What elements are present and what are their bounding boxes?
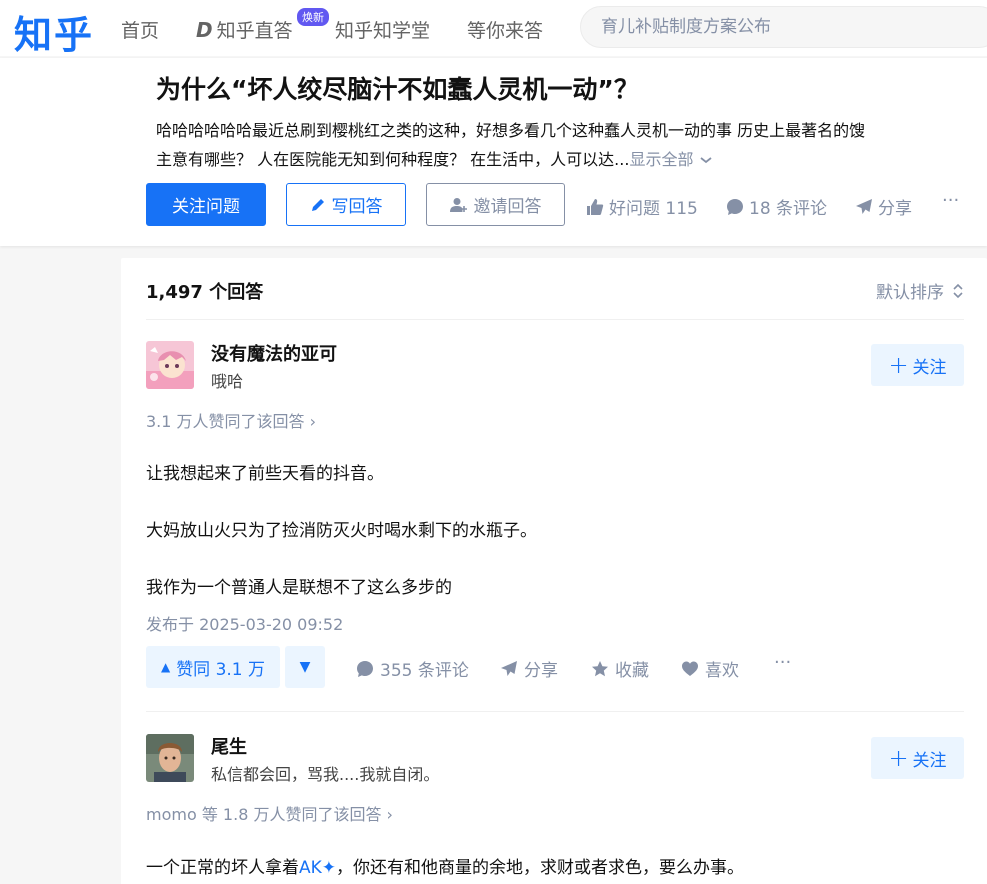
question-comments-label: 18 条评论 (749, 199, 828, 219)
nav-zhixuetang[interactable]: 知乎知学堂 (335, 16, 430, 43)
plus-icon: + (888, 744, 909, 772)
sort-dropdown[interactable]: 默认排序 (876, 278, 964, 303)
author-name[interactable]: 没有魔法的亚可 (211, 340, 337, 366)
sort-label: 默认排序 (876, 283, 944, 303)
follow-author-label: 关注 (912, 357, 947, 378)
avatar[interactable] (146, 734, 194, 782)
invite-user-icon (449, 197, 467, 212)
vote-up-button[interactable]: ▲ 赞同 3.1 万 (146, 646, 280, 688)
question-comments-button[interactable]: 18 条评论 (726, 194, 827, 219)
write-answer-label: 写回答 (331, 197, 383, 217)
like-label: 喜欢 (705, 661, 739, 681)
favorite-button[interactable]: 收藏 (591, 656, 649, 681)
voters-summary[interactable]: 3.1 万人赞同了该回答 › (146, 408, 316, 432)
question-more-button[interactable]: ··· (942, 190, 959, 211)
question-detail-line: 哈哈哈哈哈哈最近总刷到樱桃红之类的这种，好想多看几个这种蠢人灵机一动的事 历史上… (156, 121, 866, 140)
vote-up-label: 赞同 3.1 万 (176, 659, 266, 680)
pencil-icon (311, 198, 324, 211)
nav-zhida[interactable]: D 知乎直答 (196, 16, 293, 43)
paper-plane-icon (501, 660, 517, 676)
vote-down-button[interactable]: ▼ (285, 646, 325, 688)
answer-paragraph: 我作为一个普通人是联想不了这么多步的 (146, 578, 452, 598)
anime-avatar-image (146, 341, 194, 389)
answer-text: ，你还有和他商量的余地，求财或者求色，要么办事。 (336, 858, 745, 878)
answer-count: 1,497 个回答 (146, 282, 264, 303)
top-navbar: 知乎 首页 D 知乎直答 焕新 知乎知学堂 等你来答 (0, 0, 987, 59)
comment-icon (727, 198, 743, 215)
answer-paragraph: 让我想起来了前些天看的抖音。 (146, 464, 384, 484)
nav-home[interactable]: 首页 (121, 16, 159, 43)
question-share-button[interactable]: 分享 (855, 194, 912, 219)
heart-icon (682, 661, 698, 676)
nav-zhida-label: 知乎直答 (216, 20, 293, 42)
follow-author-label: 关注 (912, 750, 947, 771)
answers-list-header: 1,497 个回答 默认排序 (146, 258, 964, 320)
avatar[interactable] (146, 341, 194, 389)
follow-author-button[interactable]: + 关注 (871, 344, 964, 386)
question-share-label: 分享 (878, 199, 912, 219)
answer-paragraph: 大妈放山火只为了捡消防灭火时喝水剩下的水瓶子。 (146, 521, 537, 541)
question-detail-text: 主意有哪些？ 人在医院能无知到何种程度？ 在生活中，人可以达... (156, 150, 630, 169)
show-all-label: 显示全部 (629, 150, 694, 169)
answer-share-button[interactable]: 分享 (500, 656, 558, 681)
paper-plane-icon (856, 198, 872, 214)
publish-time[interactable]: 发布于 2025-03-20 09:52 (146, 611, 343, 635)
author-bio: 哦哈 (211, 372, 244, 391)
plus-icon: + (888, 351, 909, 379)
good-question-label: 好问题 115 (609, 199, 698, 219)
follow-author-button[interactable]: + 关注 (871, 737, 964, 779)
question-detail-line: 主意有哪些？ 人在医院能无知到何种程度？ 在生活中，人可以达...显示全部 (156, 145, 987, 174)
answer-paragraph: 一个正常的坏人拿着AK✦，你还有和他商量的余地，求财或者求色，要么办事。 (146, 853, 744, 878)
author-bio: 私信都会回，骂我....我就自闭。 (211, 765, 440, 784)
new-badge: 焕新 (297, 8, 329, 26)
zhida-logo-icon: D (196, 18, 213, 42)
triangle-down-icon: ▼ (299, 659, 311, 675)
star-icon (592, 660, 608, 676)
answer-item: 尾生 私信都会回，骂我....我就自闭。 + 关注 momo 等 1.8 万人赞同… (146, 713, 964, 884)
follow-question-button[interactable]: 关注问题 (146, 183, 266, 226)
like-button[interactable]: 喜欢 (681, 656, 739, 681)
triangle-up-icon: ▲ (160, 660, 171, 674)
answers-list: 1,497 个回答 默认排序 没有魔法的亚可 哦哈 + 关注 3.1 万人赞同了该… (121, 258, 987, 884)
answer-share-label: 分享 (524, 661, 558, 681)
invite-answer-button[interactable]: 邀请回答 (426, 183, 565, 226)
question-title: 为什么“坏人绞尽脑汁不如蠢人灵机一动”？ (156, 75, 639, 104)
answer-comments-button[interactable]: 355 条评论 (356, 656, 469, 681)
author-name[interactable]: 尾生 (211, 733, 247, 759)
question-header: 为什么“坏人绞尽脑汁不如蠢人灵机一动”？ 哈哈哈哈哈哈最近总刷到樱桃红之类的这种… (0, 58, 987, 246)
photo-avatar-image (146, 734, 194, 782)
write-answer-button[interactable]: 写回答 (286, 183, 406, 226)
show-all-link[interactable]: 显示全部 (629, 150, 712, 169)
favorite-label: 收藏 (615, 661, 649, 681)
voters-summary[interactable]: momo 等 1.8 万人赞同了该回答 › (146, 801, 393, 825)
sort-updown-icon (953, 283, 963, 298)
comment-icon (357, 660, 373, 677)
good-question-button[interactable]: 好问题 115 (586, 194, 698, 219)
nav-waiting-answers[interactable]: 等你来答 (467, 16, 543, 43)
thumbs-up-icon (587, 198, 604, 215)
search-input[interactable] (581, 7, 961, 47)
invite-answer-label: 邀请回答 (473, 197, 542, 217)
zhihu-logo[interactable]: 知乎 (14, 4, 94, 59)
answer-text: 一个正常的坏人拿着 (146, 858, 299, 878)
answer-more-button[interactable]: ··· (774, 652, 791, 673)
ak-link[interactable]: AK✦ (299, 858, 336, 878)
answer-item: 没有魔法的亚可 哦哈 + 关注 3.1 万人赞同了该回答 › 让我想起来了前些天看… (146, 320, 964, 712)
search-box (580, 6, 987, 48)
chevron-down-icon (699, 157, 712, 164)
answer-action-bar: ▲ 赞同 3.1 万 ▼ 355 条评论 分享 收藏 喜欢 ··· (146, 646, 964, 688)
answer-comments-label: 355 条评论 (380, 661, 469, 681)
question-detail: 哈哈哈哈哈哈最近总刷到樱桃红之类的这种，好想多看几个这种蠢人灵机一动的事 历史上… (156, 116, 987, 174)
